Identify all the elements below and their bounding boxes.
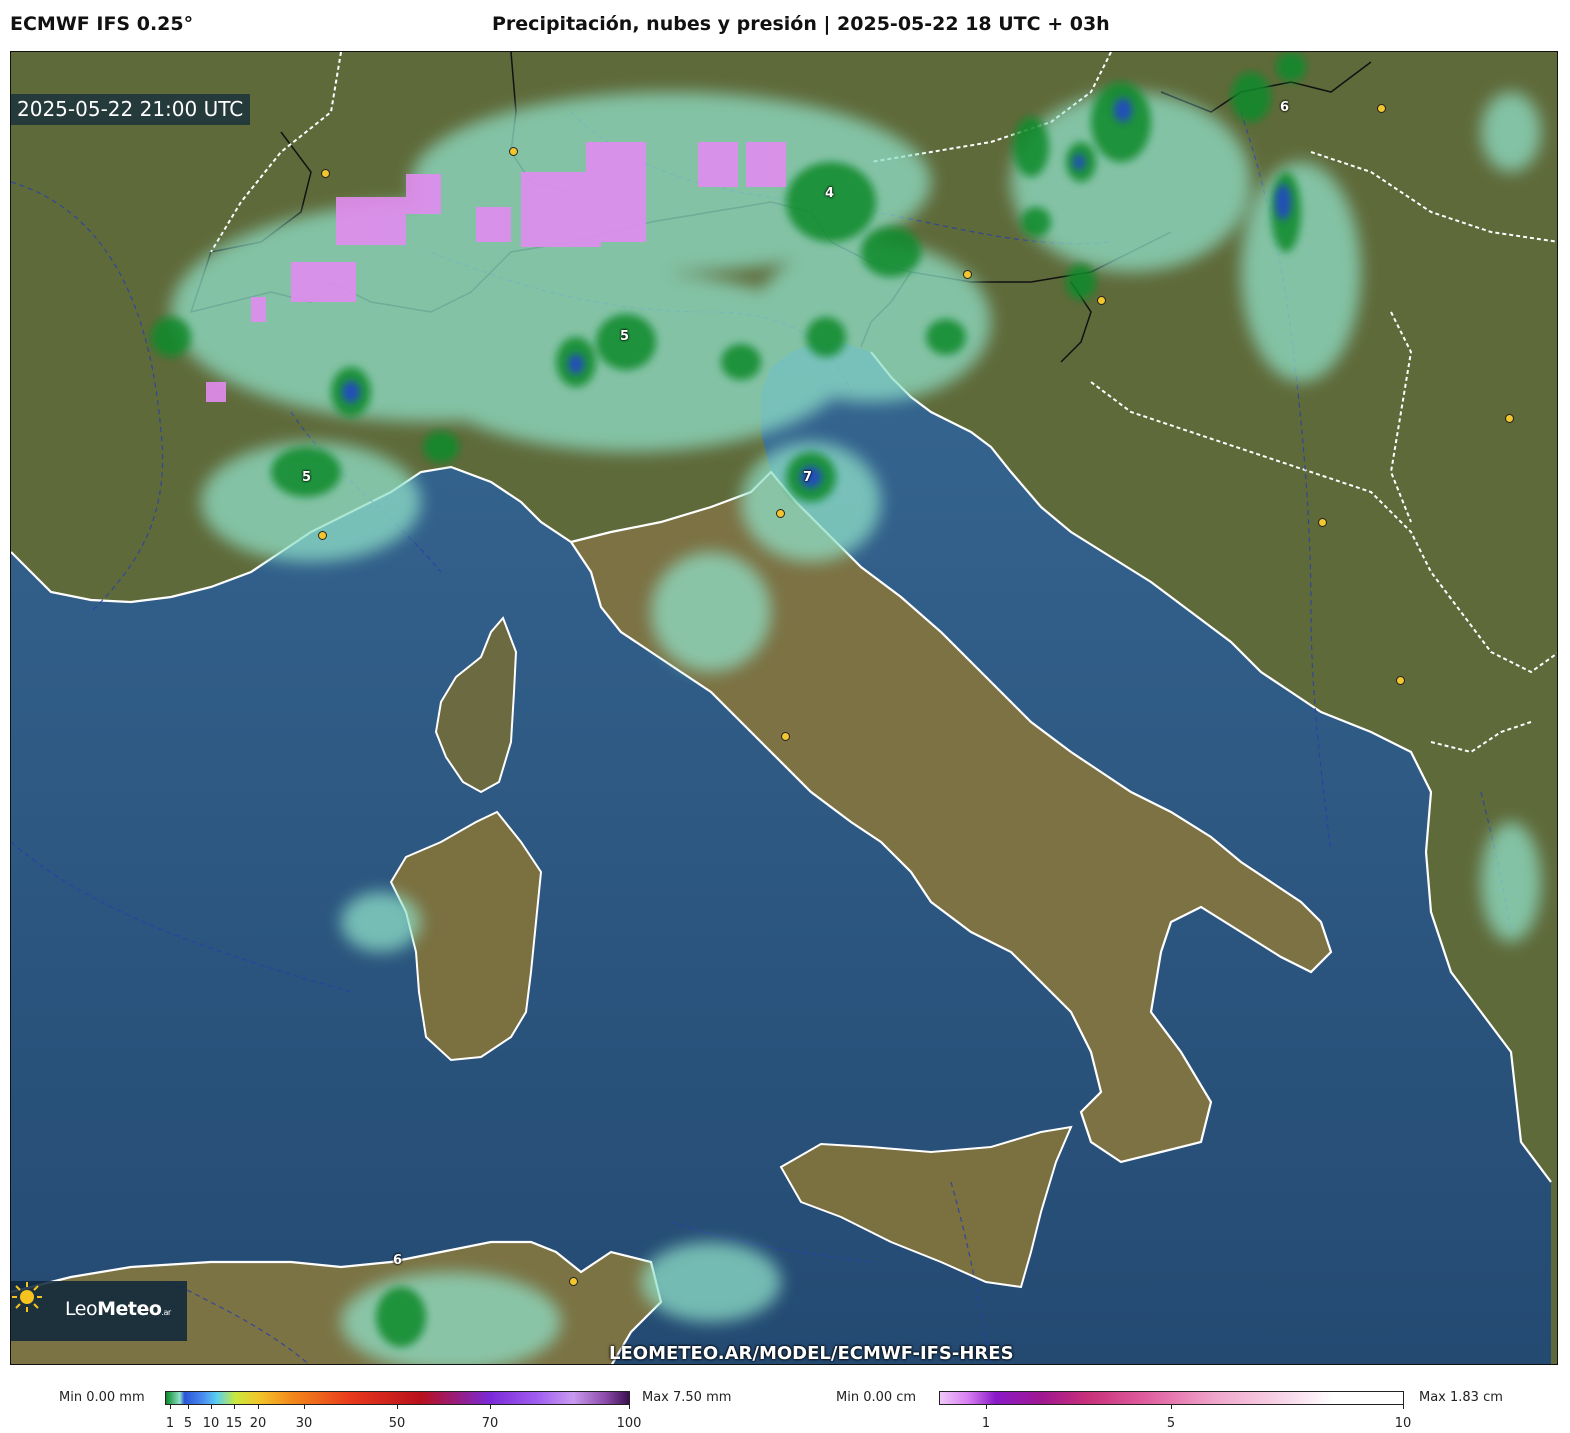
tick bbox=[170, 1405, 171, 1409]
tick bbox=[258, 1405, 259, 1409]
city-marker bbox=[509, 147, 518, 156]
city-marker bbox=[1318, 518, 1327, 527]
tick bbox=[188, 1405, 189, 1409]
tick bbox=[629, 1405, 630, 1409]
max-label: 4 bbox=[825, 186, 835, 201]
precip-tick-label: 10 bbox=[202, 1416, 220, 1431]
precip-tick-label: 50 bbox=[388, 1416, 406, 1431]
precip-colorbar bbox=[165, 1391, 630, 1405]
snow-tick-label: 1 bbox=[981, 1416, 991, 1431]
city-marker bbox=[321, 169, 330, 178]
city-marker bbox=[963, 270, 972, 279]
max-label: 6 bbox=[393, 1253, 403, 1268]
weather-map[interactable]: 2025-05-22 21:00 UTC 4 5 5 6 7 6 LeoMete… bbox=[10, 51, 1558, 1365]
city-marker bbox=[318, 531, 327, 540]
precip-tick-label: 30 bbox=[295, 1416, 313, 1431]
logo-text: LeoMeteo.ar bbox=[65, 1298, 171, 1320]
snow-max-label: Max 1.83 cm bbox=[1419, 1390, 1503, 1405]
valid-time-label: 2025-05-22 21:00 UTC bbox=[11, 94, 251, 125]
precip-tick-label: 20 bbox=[249, 1416, 267, 1431]
model-label: ECMWF IFS 0.25° bbox=[10, 13, 194, 35]
city-marker bbox=[1396, 676, 1405, 685]
logo-name-bold: Meteo bbox=[97, 1298, 162, 1320]
tick bbox=[304, 1405, 305, 1409]
tick bbox=[986, 1405, 987, 1409]
precip-tick-label: 70 bbox=[481, 1416, 499, 1431]
leometeo-logo[interactable]: LeoMeteo.ar bbox=[11, 1281, 187, 1341]
tick bbox=[397, 1405, 398, 1409]
max-label: 6 bbox=[1280, 100, 1290, 115]
snow-min-label: Min 0.00 cm bbox=[836, 1390, 917, 1405]
tick bbox=[234, 1405, 235, 1409]
max-label: 5 bbox=[620, 329, 630, 344]
snow-colorbar bbox=[939, 1391, 1404, 1405]
logo-name-light: Leo bbox=[65, 1298, 98, 1320]
precip-tick-label: 100 bbox=[616, 1416, 642, 1431]
logo-suffix: .ar bbox=[161, 1308, 171, 1317]
city-marker bbox=[1097, 296, 1106, 305]
snow-tick-label: 5 bbox=[1166, 1416, 1176, 1431]
source-url[interactable]: LEOMETEO.AR/MODEL/ECMWF-IFS-HRES bbox=[609, 1343, 1014, 1364]
tick bbox=[1403, 1405, 1404, 1409]
map-canvas bbox=[11, 52, 1557, 1364]
city-marker bbox=[776, 509, 785, 518]
city-marker bbox=[781, 732, 790, 741]
tick bbox=[1171, 1405, 1172, 1409]
tick bbox=[211, 1405, 212, 1409]
max-label: 5 bbox=[302, 470, 312, 485]
city-marker bbox=[1505, 414, 1514, 423]
tick bbox=[490, 1405, 491, 1409]
city-marker bbox=[1377, 104, 1386, 113]
precip-tick-label: 15 bbox=[225, 1416, 243, 1431]
precip-tick-label: 5 bbox=[183, 1416, 193, 1431]
max-label: 7 bbox=[803, 470, 813, 485]
city-marker bbox=[569, 1277, 578, 1286]
precip-max-label: Max 7.50 mm bbox=[642, 1390, 732, 1405]
snow-tick-label: 10 bbox=[1394, 1416, 1412, 1431]
chart-title: Precipitación, nubes y presión | 2025-05… bbox=[492, 13, 1110, 35]
precip-min-label: Min 0.00 mm bbox=[59, 1390, 145, 1405]
sun-icon bbox=[12, 1282, 42, 1312]
precip-tick-label: 1 bbox=[165, 1416, 175, 1431]
